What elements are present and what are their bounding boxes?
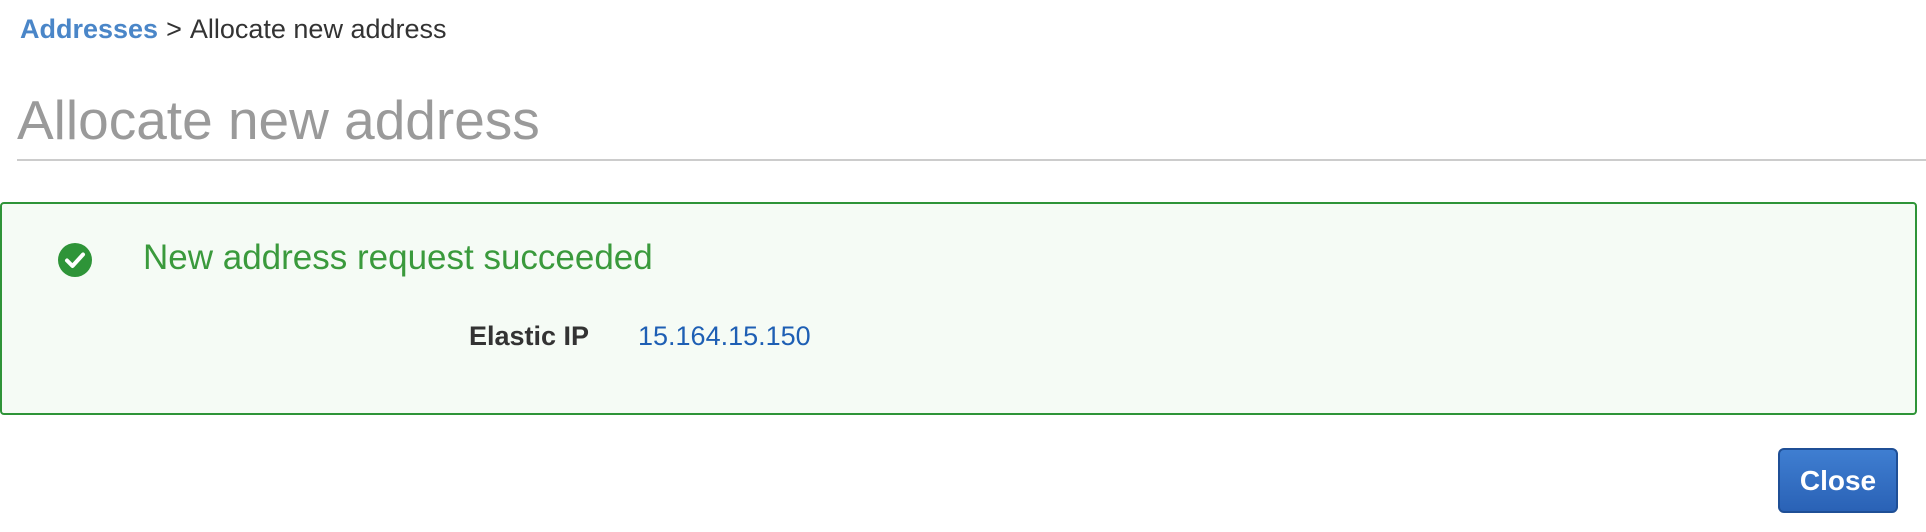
success-alert: New address request succeeded Elastic IP… <box>0 202 1917 415</box>
breadcrumb-separator: > <box>166 14 182 44</box>
allocate-address-page: Addresses > Allocate new address Allocate … <box>0 0 1926 532</box>
elastic-ip-value-link[interactable]: 15.164.15.150 <box>638 321 811 352</box>
breadcrumb: Addresses > Allocate new address <box>20 14 447 45</box>
success-message: New address request succeeded <box>143 238 653 277</box>
title-divider <box>17 159 1926 161</box>
close-button[interactable]: Close <box>1778 448 1898 513</box>
elastic-ip-label: Elastic IP <box>469 321 590 351</box>
page-title: Allocate new address <box>17 89 540 151</box>
breadcrumb-current: Allocate new address <box>189 14 447 44</box>
check-circle-icon <box>58 243 92 277</box>
breadcrumb-link-addresses[interactable]: Addresses <box>20 14 158 44</box>
